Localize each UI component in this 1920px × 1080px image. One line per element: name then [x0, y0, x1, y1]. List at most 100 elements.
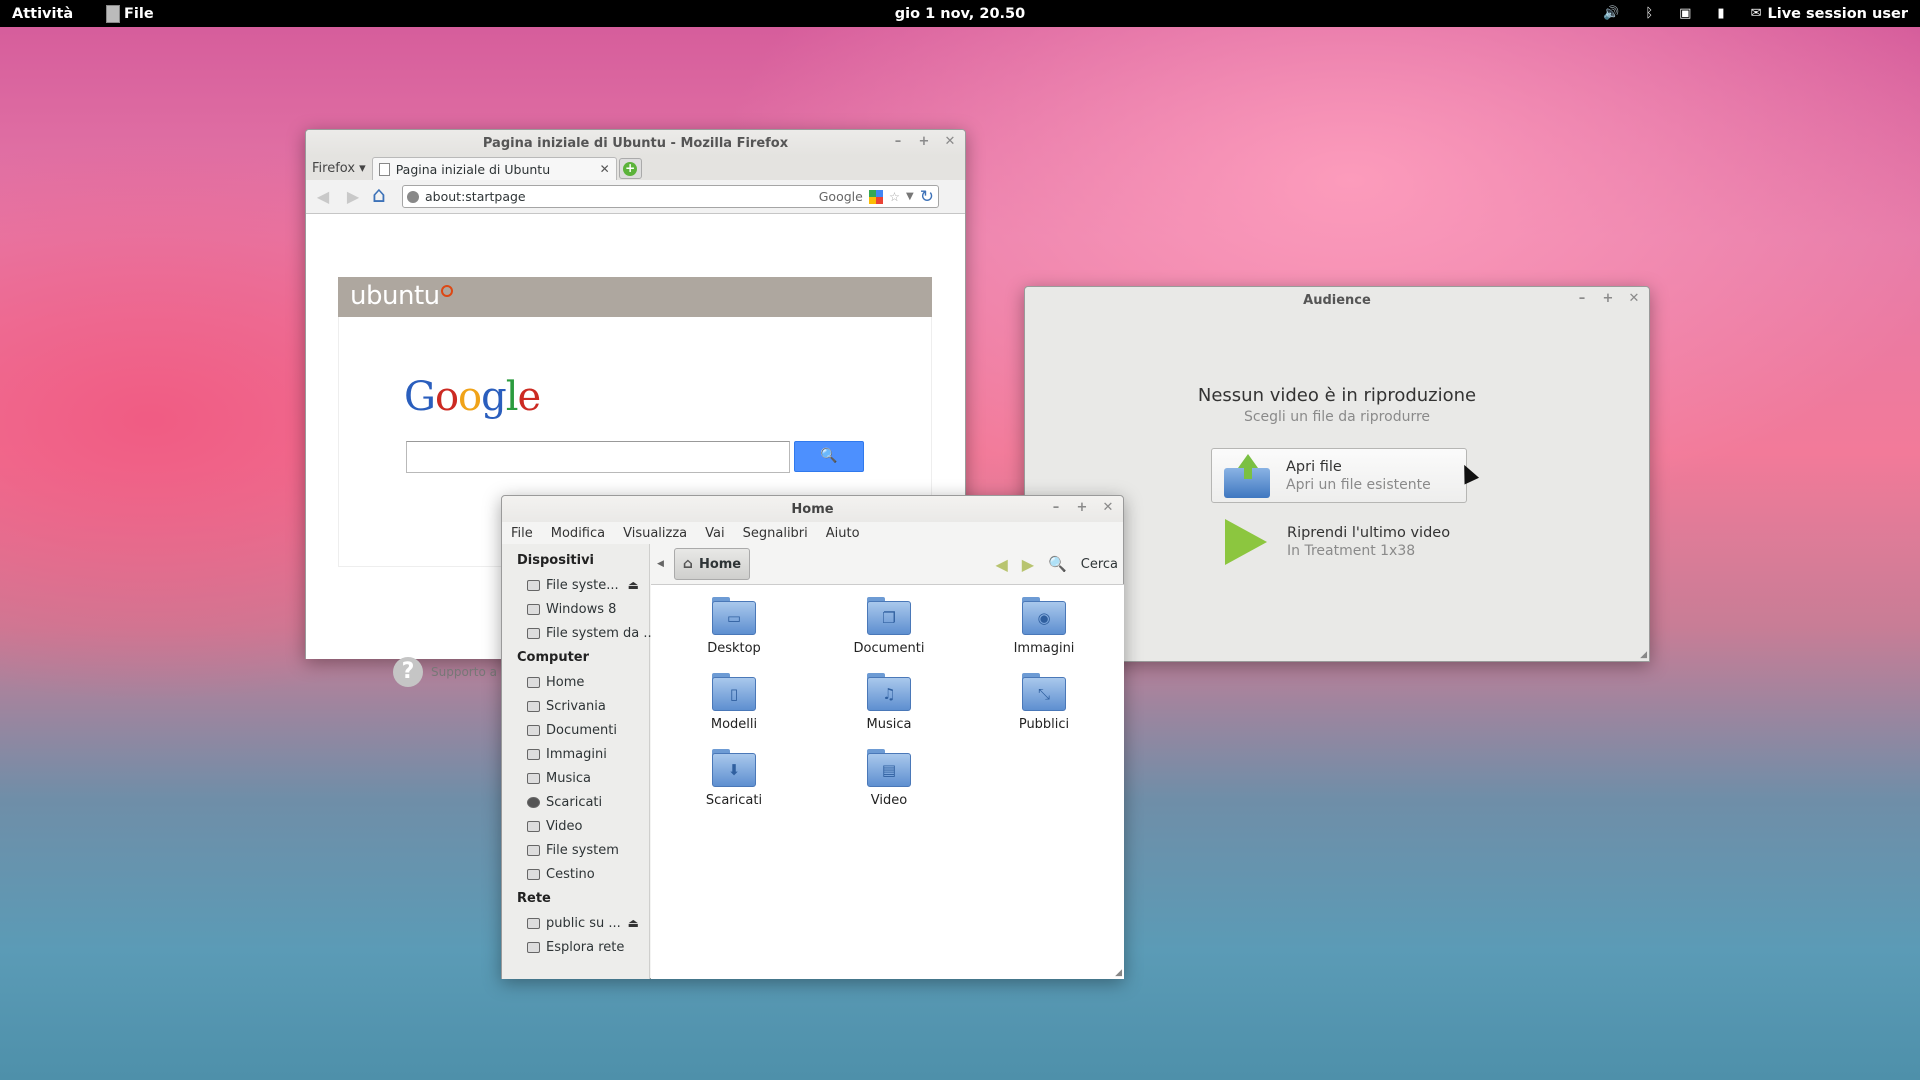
close-button[interactable]: ✕	[1627, 291, 1641, 306]
support-link[interactable]: ? Supporto a U	[393, 657, 510, 687]
firefox-titlebar[interactable]: Pagina iniziale di Ubuntu - Mozilla Fire…	[306, 130, 965, 156]
status-area: 🔊 ᛒ ▣ ▮ ✉ Live session user	[1603, 6, 1908, 22]
maximize-button[interactable]: +	[1075, 500, 1089, 515]
menu-file[interactable]: File	[511, 526, 533, 541]
open-file-button[interactable]: Apri file Apri un file esistente	[1211, 448, 1467, 503]
chevron-down-icon[interactable]: ▼	[906, 191, 914, 202]
resize-grip[interactable]: ◢	[1640, 650, 1647, 660]
folder-documenti[interactable]: ❐ Documenti	[829, 597, 949, 656]
reload-icon[interactable]: ↻	[920, 187, 934, 207]
google-icon[interactable]	[868, 189, 883, 204]
sidebar-item-public[interactable]: public su ... ⏏	[502, 911, 649, 935]
file-manager-titlebar[interactable]: Home – + ✕	[502, 496, 1123, 522]
trash-icon	[527, 868, 540, 880]
breadcrumb-label: Home	[698, 556, 742, 572]
resume-last-video-button[interactable]: Riprendi l'ultimo video In Treatment 1x3…	[1225, 519, 1450, 565]
folder-desktop[interactable]: ▭ Desktop	[674, 597, 794, 656]
content-pane: ◀ ⌂ Home ◀ ▶ 🔍 Cerca ▭ Desktop ❐ Documen…	[651, 544, 1124, 979]
resize-grip[interactable]: ◢	[1115, 968, 1122, 978]
search-icon[interactable]: 🔍	[1048, 555, 1067, 573]
forward-button[interactable]: ▶	[342, 187, 364, 206]
sidebar-item-cestino[interactable]: Cestino	[502, 862, 649, 886]
sidebar-item-documenti[interactable]: Documenti	[502, 718, 649, 742]
menu-visualizza[interactable]: Visualizza	[623, 526, 687, 541]
menu-aiuto[interactable]: Aiuto	[826, 526, 860, 541]
close-button[interactable]: ✕	[1101, 500, 1115, 515]
battery-icon[interactable]: ▮	[1717, 6, 1724, 21]
sidebar-item-home[interactable]: Home	[502, 670, 649, 694]
sidebar-item-label: File system da ...	[546, 625, 656, 641]
menu-bar: File Modifica Visualizza Vai Segnalibri …	[502, 522, 1123, 544]
breadcrumb-home[interactable]: ⌂ Home	[673, 548, 751, 580]
menu-modifica[interactable]: Modifica	[551, 526, 605, 541]
maximize-button[interactable]: +	[1601, 291, 1615, 306]
audience-titlebar[interactable]: Audience – + ✕	[1025, 287, 1649, 313]
crumb-left-icon[interactable]: ◀	[657, 559, 664, 569]
clock[interactable]: gio 1 nov, 20.50	[895, 6, 1025, 22]
navigation-bar: ◀ ▶ ⌂ about:startpage Google ☆ ▼ ↻	[306, 180, 965, 214]
sidebar-item-label: Scrivania	[546, 698, 606, 714]
sidebar-item-filesystem-device[interactable]: File syste... ⏏	[502, 573, 649, 597]
user-menu[interactable]: ✉ Live session user	[1751, 6, 1908, 22]
video-icon	[527, 820, 540, 832]
camera-icon	[527, 748, 540, 760]
folder-musica[interactable]: ♫ Musica	[829, 673, 949, 732]
sidebar-item-filesystem-da[interactable]: File system da ...	[502, 621, 656, 645]
url-bar[interactable]: about:startpage Google ☆ ▼ ↻	[402, 185, 939, 208]
folder-icon: ▤	[867, 749, 911, 787]
volume-icon[interactable]: 🔊	[1603, 6, 1619, 21]
bluetooth-icon[interactable]: ᛒ	[1645, 6, 1653, 21]
back-button[interactable]: ◀	[312, 187, 334, 206]
close-button[interactable]: ✕	[943, 134, 957, 149]
google-logo: Google	[404, 374, 541, 420]
activities-button[interactable]: Attività	[12, 6, 73, 22]
sidebar-item-esplora-rete[interactable]: Esplora rete	[502, 935, 649, 959]
new-tab-button[interactable]: +	[618, 158, 642, 179]
sidebar-item-musica[interactable]: Musica	[502, 766, 649, 790]
eject-icon[interactable]: ⏏	[628, 578, 639, 592]
tab-label: Pagina iniziale di Ubuntu	[395, 161, 551, 177]
search-button-label[interactable]: Cerca	[1081, 557, 1118, 572]
close-tab-icon[interactable]: ✕	[600, 162, 610, 176]
network-share-icon	[527, 917, 540, 929]
page-favicon-icon	[378, 162, 390, 176]
folder-modelli[interactable]: ▯ Modelli	[674, 673, 794, 732]
google-search-input[interactable]	[406, 441, 790, 473]
site-identity-icon[interactable]	[407, 190, 419, 203]
minimize-button[interactable]: –	[1575, 291, 1589, 306]
sidebar-item-label: Home	[546, 674, 585, 690]
firefox-menu-button[interactable]: Firefox ▾	[312, 161, 372, 180]
menu-segnalibri[interactable]: Segnalibri	[743, 526, 808, 541]
sidebar-item-scrivania[interactable]: Scrivania	[502, 694, 649, 718]
search-engine-label: Google	[818, 189, 863, 204]
sidebar-section-network: Rete	[517, 891, 551, 906]
forward-button[interactable]: ▶	[1022, 555, 1034, 574]
folder-immagini[interactable]: ◉ Immagini	[984, 597, 1104, 656]
folder-pubblici[interactable]: ⤡ Pubblici	[984, 673, 1104, 732]
folder-video[interactable]: ▤ Video	[829, 749, 949, 808]
app-menu-button[interactable]: File	[106, 4, 154, 23]
eject-icon[interactable]: ⏏	[628, 916, 639, 930]
bookmark-star-icon[interactable]: ☆	[889, 189, 900, 204]
sidebar-item-scaricati[interactable]: Scaricati	[502, 790, 649, 814]
home-button[interactable]: ⌂	[372, 184, 394, 208]
sidebar-item-windows8[interactable]: Windows 8	[502, 597, 649, 621]
minimize-button[interactable]: –	[1049, 500, 1063, 515]
drive-icon	[527, 579, 540, 591]
play-icon	[1225, 519, 1267, 565]
maximize-button[interactable]: +	[917, 134, 931, 149]
menu-vai[interactable]: Vai	[705, 526, 724, 541]
window-title: Audience	[1303, 292, 1371, 308]
network-icon[interactable]: ▣	[1679, 6, 1691, 21]
sidebar-item-video[interactable]: Video	[502, 814, 649, 838]
folder-scaricati[interactable]: ⬇ Scaricati	[674, 749, 794, 808]
google-search-button[interactable]: 🔍	[794, 441, 864, 472]
back-button[interactable]: ◀	[995, 555, 1007, 574]
browser-tab[interactable]: Pagina iniziale di Ubuntu ✕	[371, 157, 617, 180]
url-input[interactable]: about:startpage	[425, 189, 813, 204]
sidebar-item-immagini[interactable]: Immagini	[502, 742, 649, 766]
minimize-button[interactable]: –	[891, 134, 905, 149]
top-bar: Attività File gio 1 nov, 20.50 🔊 ᛒ ▣ ▮ ✉…	[0, 0, 1920, 27]
location-toolbar: ◀ ⌂ Home ◀ ▶ 🔍 Cerca	[651, 544, 1124, 584]
sidebar-item-filesystem[interactable]: File system	[502, 838, 649, 862]
